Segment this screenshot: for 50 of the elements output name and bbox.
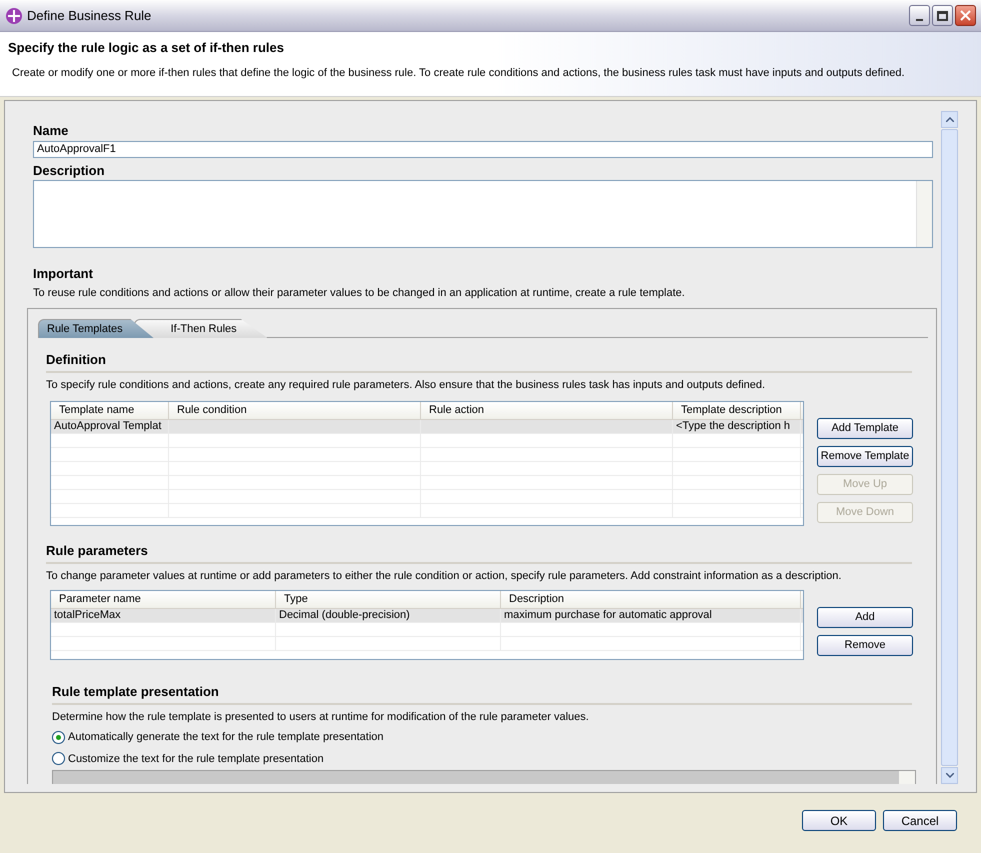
name-field[interactable]: AutoApprovalF1 — [33, 140, 933, 158]
action-button[interactable]: Remove — [817, 635, 913, 656]
column-header[interactable]: Rule action — [421, 402, 673, 419]
description-field[interactable] — [33, 180, 933, 248]
table-cell: <Type the description h — [676, 420, 790, 432]
radio-label[interactable]: Customize the text for the rule template presentation — [68, 750, 324, 767]
table-cell: totalPriceMax — [54, 609, 121, 621]
table-row[interactable]: AutoApproval Templat <Type the description h — [51, 420, 803, 434]
column-header[interactable]: Parameter name — [51, 591, 276, 608]
radio-label[interactable]: Automatically generate the text for the rule template presentation — [68, 729, 384, 746]
section-text: To specify rule conditions and actions, create any required rule parameters. Also ensure that the business rules task has inputs and outputs defined. — [46, 378, 766, 392]
column-header[interactable]: Rule condition — [169, 402, 421, 419]
field-label: Name — [33, 122, 70, 140]
minimize-button[interactable] — [909, 5, 930, 26]
section-text: To change parameter values at runtime or add parameters to either the rule condition or action, specify rule parameters. Add constraint information as a description. — [46, 568, 842, 584]
scrollbar[interactable] — [916, 181, 932, 247]
dialog-button[interactable]: Cancel — [883, 810, 957, 831]
window-title: Define Business Rule — [27, 6, 152, 25]
header-title: Specify the rule logic as a set of if-then rules — [8, 39, 285, 57]
maximize-button[interactable] — [932, 5, 953, 26]
radio-button[interactable] — [52, 730, 65, 744]
section-text: Determine how the rule template is presented to users at runtime for modification of the rule parameter values. — [52, 710, 590, 724]
close-icon[interactable] — [960, 10, 971, 21]
section-title: Definition — [46, 350, 912, 372]
app-icon — [5, 6, 23, 24]
column-header[interactable]: Type — [276, 591, 501, 608]
table-cell: maximum purchase for automatic approval — [504, 609, 712, 621]
section-title: Rule parameters — [46, 541, 912, 564]
action-button[interactable]: Remove Template — [817, 446, 913, 467]
header-description: Create or modify one or more if-then rules that define the logic of the business rule. To create rule conditions and actions, the business rules task must have inputs and outputs defined. — [12, 66, 906, 80]
dialog-button[interactable]: OK — [802, 810, 876, 831]
scroll-down-icon[interactable] — [946, 773, 954, 778]
section-text: To reuse rule conditions and actions or allow their parameter values to be changed in an application at runtime, create a rule template. — [33, 286, 686, 300]
radio-button[interactable] — [52, 752, 65, 766]
column-header[interactable]: Template description — [673, 402, 801, 419]
section-title: Rule template presentation — [52, 682, 912, 704]
table-cell: AutoApproval Templat — [54, 420, 162, 432]
action-button[interactable]: Add Template — [817, 418, 913, 439]
column-header[interactable]: Description — [501, 591, 801, 608]
action-button[interactable]: Add — [817, 607, 913, 628]
field-label: Description — [33, 162, 106, 180]
table-row[interactable]: totalPriceMax Decimal (double-precision) maximum purchase for automatic approval — [51, 609, 803, 623]
section-title: Important — [33, 265, 94, 283]
table-cell: Decimal (double-precision) — [279, 609, 410, 621]
tab[interactable]: Rule Templates — [38, 319, 154, 338]
scroll-up-icon[interactable] — [946, 117, 954, 122]
scrollbar[interactable] — [941, 111, 958, 784]
column-header[interactable]: Template name — [51, 402, 169, 419]
close-button[interactable] — [955, 5, 976, 26]
tab[interactable]: If-Then Rules — [134, 319, 268, 338]
